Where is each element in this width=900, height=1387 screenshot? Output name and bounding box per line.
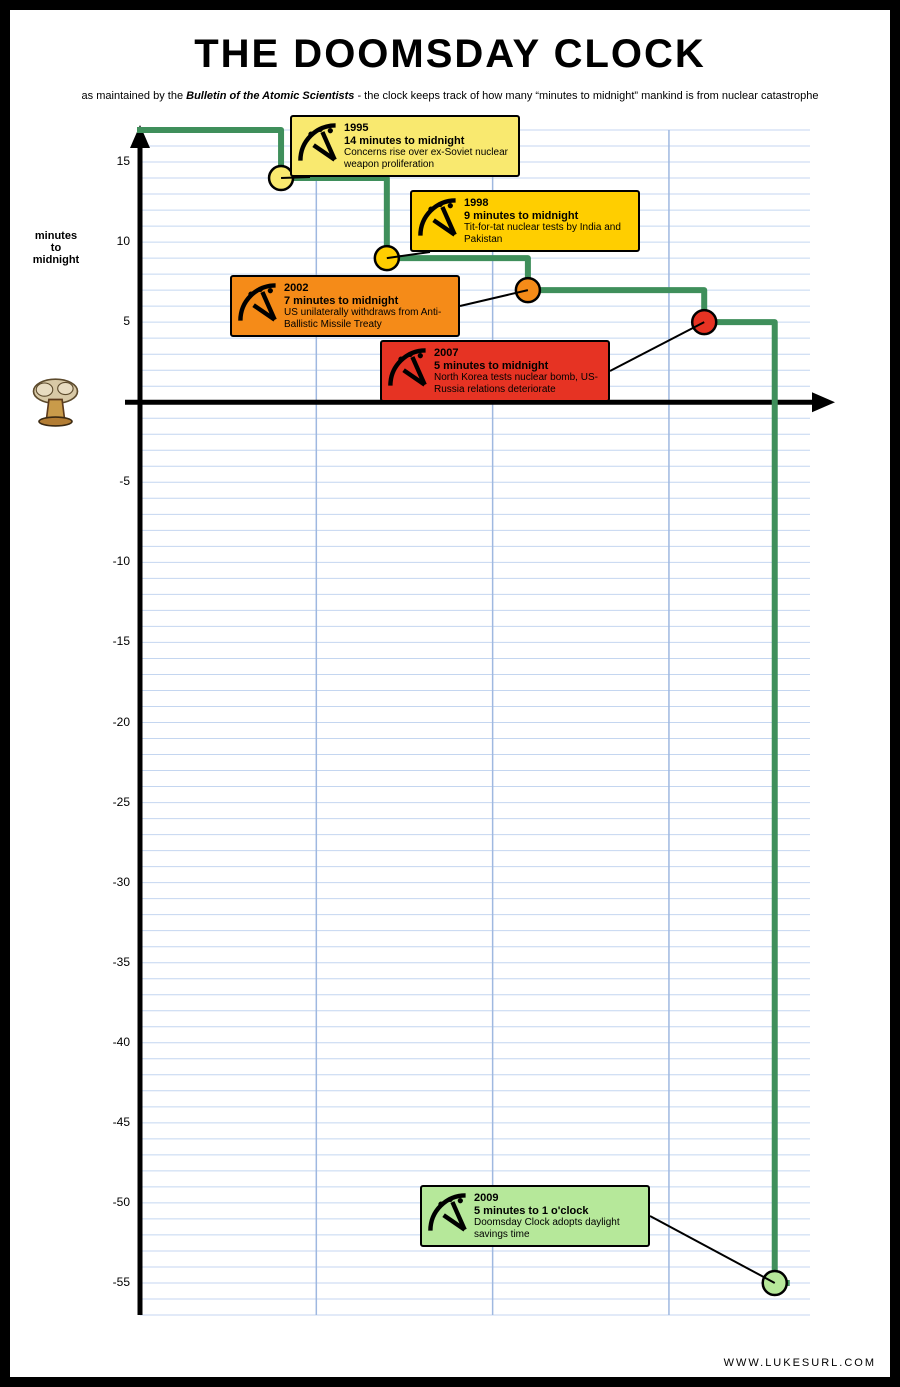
y-tick-label: 5	[90, 314, 130, 328]
clock-icon	[386, 346, 430, 390]
callout-connector	[281, 177, 310, 178]
y-tick-label: -40	[90, 1035, 130, 1049]
callout-box: 20075 minutes to midnightNorth Korea tes…	[380, 340, 610, 402]
subtitle: as maintained by the Bulletin of the Ato…	[10, 90, 890, 102]
callout-desc: Doomsday Clock adopts daylight savings t…	[474, 1217, 642, 1240]
callout-connector	[610, 322, 704, 371]
y-tick-label: -25	[90, 795, 130, 809]
mushroom-cloud-icon	[28, 372, 83, 427]
callout-minutes: 7 minutes to midnight	[284, 295, 452, 308]
y-tick-label: -45	[90, 1115, 130, 1129]
y-tick-label: -5	[90, 474, 130, 488]
callout-box: 19989 minutes to midnightTit-for-tat nuc…	[410, 190, 640, 252]
callout-desc: US unilaterally withdraws from Anti-Ball…	[284, 307, 452, 330]
callout-box: 20027 minutes to midnightUS unilaterally…	[230, 275, 460, 337]
callout-minutes: 5 minutes to midnight	[434, 360, 602, 373]
callout-desc: Concerns rise over ex-Soviet nuclear wea…	[344, 147, 512, 170]
data-point	[516, 278, 540, 302]
callout-box: 199514 minutes to midnightConcerns rise …	[290, 115, 520, 177]
y-tick-label: 10	[90, 234, 130, 248]
y-tick-label: -30	[90, 875, 130, 889]
callout-box: 20095 minutes to 1 o'clockDoomsday Clock…	[420, 1185, 650, 1247]
y-tick-label: -35	[90, 955, 130, 969]
callout-year: 2007	[434, 347, 602, 360]
y-tick-label: -20	[90, 715, 130, 729]
subtitle-em: Bulletin of the Atomic Scientists	[186, 90, 354, 102]
subtitle-suffix: - the clock keeps track of how many “min…	[354, 90, 818, 102]
y-tick-label: -50	[90, 1195, 130, 1209]
x-axis-arrow-icon	[812, 392, 835, 412]
footer-link: WWW.LUKESURL.COM	[724, 1357, 876, 1369]
y-tick-label: -55	[90, 1275, 130, 1289]
callout-minutes: 5 minutes to 1 o'clock	[474, 1205, 642, 1218]
clock-icon	[426, 1191, 470, 1235]
clock-icon	[416, 196, 460, 240]
subtitle-prefix: as maintained by the	[82, 90, 187, 102]
y-tick-label: -15	[90, 634, 130, 648]
callout-year: 2009	[474, 1192, 642, 1205]
callout-minutes: 14 minutes to midnight	[344, 135, 512, 148]
callout-desc: North Korea tests nuclear bomb, US-Russi…	[434, 372, 602, 395]
callout-year: 1995	[344, 122, 512, 135]
y-tick-label: -10	[90, 554, 130, 568]
plot-svg	[90, 125, 850, 1325]
y-axis-label: minutestomidnight	[26, 230, 86, 266]
chart-plot: 15 10 5 -5 -10 -15 -20 -25 -30 -35 -40 -45 -50 -55 19…	[90, 125, 850, 1325]
callout-desc: Tit-for-tat nuclear tests by India and P…	[464, 222, 632, 245]
clock-icon	[296, 121, 340, 165]
page-title: THE DOOMSDAY CLOCK	[10, 32, 890, 77]
callout-year: 2002	[284, 282, 452, 295]
callout-year: 1998	[464, 197, 632, 210]
clock-icon	[236, 281, 280, 325]
y-tick-label: 15	[90, 154, 130, 168]
callout-minutes: 9 minutes to midnight	[464, 210, 632, 223]
